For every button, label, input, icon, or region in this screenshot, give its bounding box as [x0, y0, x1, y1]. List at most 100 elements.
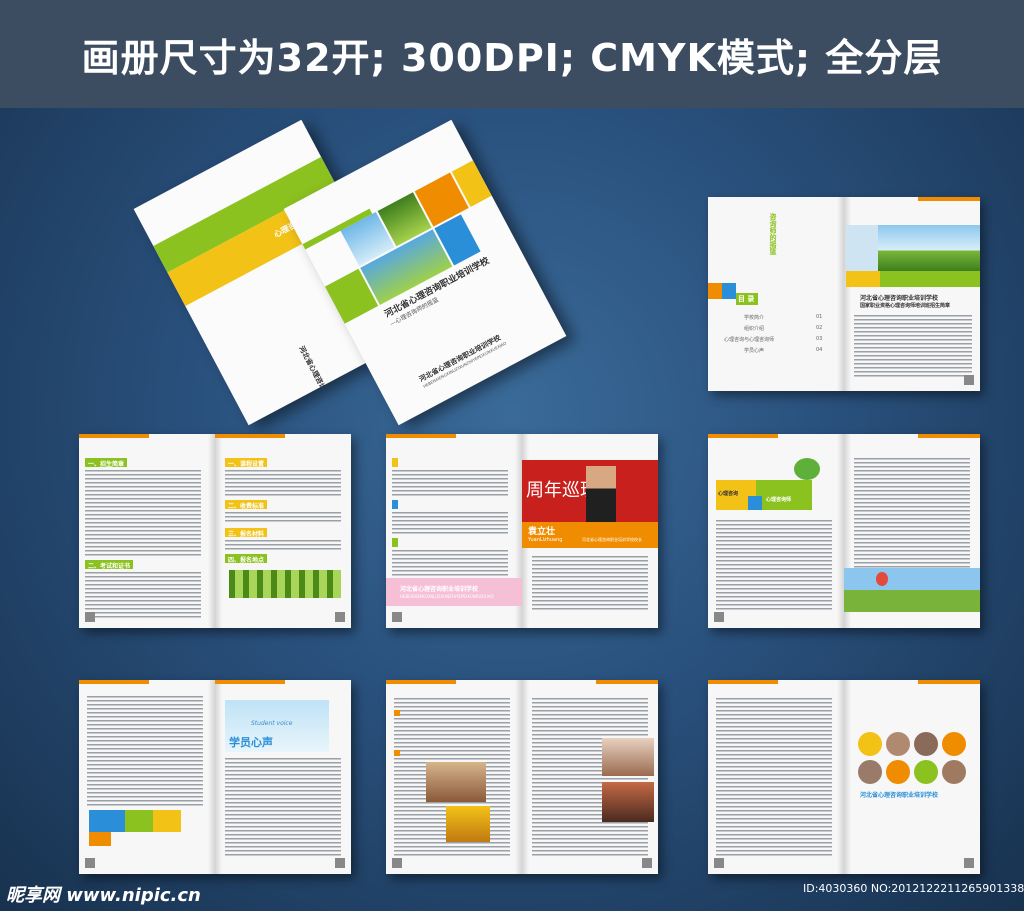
page-number [964, 858, 974, 868]
section-head [392, 458, 398, 467]
section-head [392, 500, 398, 509]
pink-band-en: HEBEISHENGXINLIZIXUNZHIYEPEIXUNXUEXIAO [400, 594, 494, 599]
toc-page: 01 [816, 314, 823, 320]
voice-en: Student voice [251, 720, 293, 727]
text-block [716, 698, 832, 858]
toc-heading-1: 河北省心理咨询职业培训学校 [860, 295, 939, 302]
cover-front-school: 河北省心理咨询职业培训学校 [417, 333, 503, 384]
toc-page: 03 [816, 336, 823, 342]
green-block [125, 810, 153, 832]
top-accent [215, 434, 285, 438]
heart-leaves [794, 458, 820, 480]
text-block [85, 470, 201, 556]
orange-circle [886, 760, 910, 784]
spread-voice: Student voice 学员心声 [79, 680, 351, 874]
counsel-label-left: 心理咨询 [718, 491, 739, 497]
spread-activities [386, 680, 658, 874]
spread-gallery: 河北省心理咨询职业培训学校 [708, 680, 980, 874]
text-block [532, 556, 648, 612]
toc-vertical-title: 咨询师的摇篮 [769, 213, 777, 255]
top-accent [386, 434, 456, 438]
section-head: 三、报名材料 [225, 528, 268, 538]
header-banner: 画册尺寸为32开; 300DPI; CMYK模式; 全分层 [0, 0, 1024, 108]
top-accent [215, 680, 285, 684]
page-number [85, 612, 95, 622]
top-accent [596, 680, 658, 684]
bullet-marker [394, 710, 400, 716]
spread-profile: 河北省心理咨询职业培训学校 HEBEISHENGXINLIZIXUNZHIYEP… [386, 434, 658, 628]
photo-circle [942, 760, 966, 784]
text-block [225, 512, 341, 524]
toc-item: 心理咨询与心理咨询师 [724, 337, 775, 343]
group-photo [602, 738, 654, 776]
top-accent [918, 197, 980, 201]
spread-intro: 一、招生简章 二、考试和证书 一、课程设置 二、收费标准 三、报名材料 四、报名… [79, 434, 351, 628]
spread-counsel: 心理咨询 心理咨询师 [708, 434, 980, 628]
text-block [854, 458, 970, 568]
text-block [225, 470, 341, 496]
banner-title: 画册尺寸为32开; 300DPI; CMYK模式; 全分层 [81, 35, 943, 80]
watermark-right: ID:4030360 NO:20121222112659013386 [803, 882, 1024, 895]
section-head: 一、招生简章 [85, 458, 128, 468]
gutter [837, 680, 851, 874]
counsel-label-right: 心理咨询师 [766, 497, 792, 503]
yellow-circle [858, 732, 882, 756]
yellow-block [153, 810, 181, 832]
spread-toc: 咨询师的摇篮 目 录 学校简介 01 组织介绍 02 心理咨询与心理咨询师 03… [708, 197, 980, 391]
page-number [335, 858, 345, 868]
page-number [642, 858, 652, 868]
section-head: 二、考试和证书 [85, 560, 134, 570]
yellow-block [846, 271, 880, 287]
watermark-left: 昵享网 www.nipic.cn [6, 885, 201, 906]
section-head: 四、报名地点 [225, 554, 268, 564]
class-photo [426, 762, 486, 802]
tree-photo [878, 225, 980, 271]
toc-page: 04 [816, 347, 823, 353]
photo-circle [858, 760, 882, 784]
voice-title: 学员心声 [229, 736, 273, 749]
orange-circle [942, 732, 966, 756]
pink-band-title: 河北省心理咨询职业培训学校 [400, 586, 479, 593]
principal-figure [586, 466, 616, 522]
green-circle [914, 760, 938, 784]
blue-block [89, 810, 125, 832]
text-block [392, 512, 508, 536]
toc-label: 目 录 [738, 295, 755, 303]
gutter [208, 680, 222, 874]
top-accent [79, 434, 149, 438]
photo-circle [914, 732, 938, 756]
top-accent [386, 680, 456, 684]
text-block [85, 572, 201, 618]
top-accent [708, 434, 778, 438]
gallery-school: 河北省心理咨询职业培训学校 [860, 792, 939, 799]
balloon [876, 572, 888, 586]
top-accent [918, 680, 980, 684]
top-accent [79, 680, 149, 684]
green-block [880, 271, 980, 287]
green-block [756, 480, 812, 510]
text-block [225, 540, 341, 550]
event-photo [602, 782, 654, 822]
principal-name-en: YuanLizhuang [528, 537, 563, 543]
text-block [87, 696, 203, 808]
page-number [714, 858, 724, 868]
page-number [714, 612, 724, 622]
toc-blue [722, 283, 736, 299]
bullet-marker [394, 750, 400, 756]
toc-heading-2: 国家职业资格心理咨询师培训班招生简章 [860, 303, 951, 309]
page-number [85, 858, 95, 868]
gutter [208, 434, 222, 628]
section-head [392, 538, 398, 547]
page-number [392, 858, 402, 868]
text-block [392, 550, 508, 576]
text-block [225, 758, 341, 858]
balloon-photo [844, 568, 980, 612]
page-number [392, 612, 402, 622]
text-block [532, 698, 648, 858]
principal-caption: 河北省心理咨询职业培训学校校长 [582, 537, 642, 542]
section-head: 二、收费标准 [225, 500, 268, 510]
text-block [716, 520, 832, 610]
toc-item: 学员心声 [744, 348, 765, 354]
text-block [392, 470, 508, 496]
blue-block [748, 496, 762, 510]
